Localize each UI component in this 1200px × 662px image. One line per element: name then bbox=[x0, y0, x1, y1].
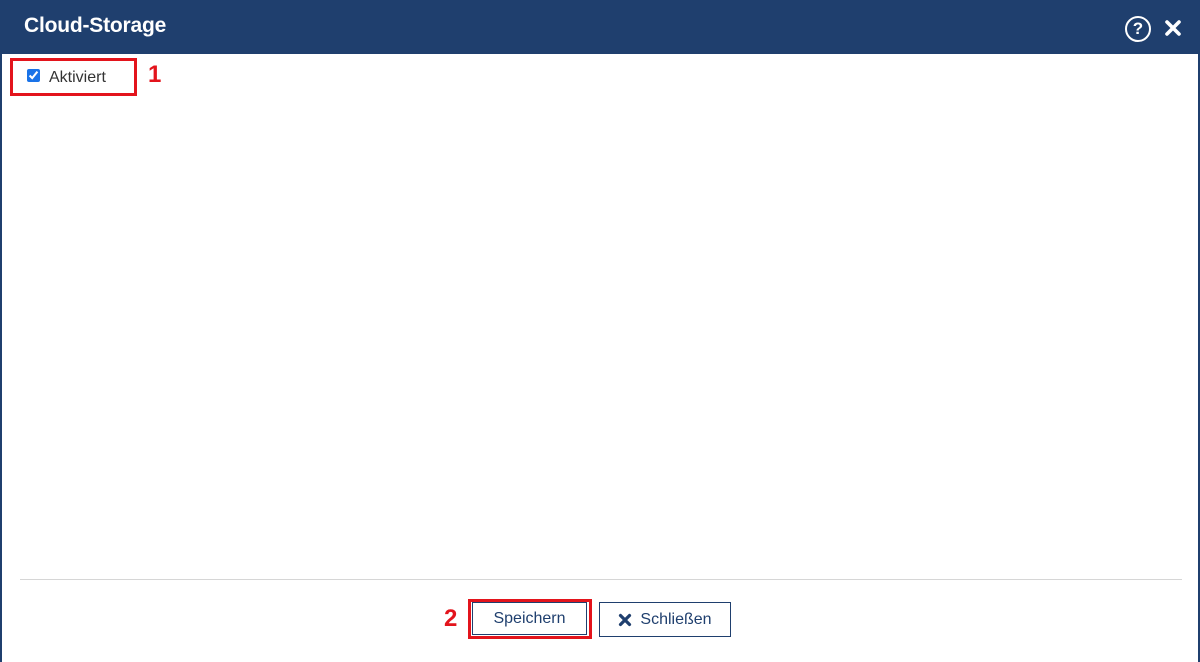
enabled-checkbox-row[interactable]: Aktiviert bbox=[10, 58, 137, 96]
save-button-label: Speichern bbox=[493, 609, 566, 627]
enabled-checkbox[interactable] bbox=[27, 68, 40, 82]
footer-divider bbox=[20, 579, 1182, 580]
dialog-titlebar: Cloud-Storage ? bbox=[2, 0, 1198, 54]
close-button[interactable]: Schließen bbox=[599, 602, 731, 637]
close-button-label: Schließen bbox=[640, 610, 712, 628]
annotation-marker-2: 2 bbox=[444, 605, 458, 632]
annotation-marker-1: 1 bbox=[148, 61, 162, 88]
help-glyph: ? bbox=[1132, 19, 1144, 38]
dialog-title: Cloud-Storage bbox=[24, 14, 167, 37]
close-icon[interactable] bbox=[1162, 17, 1184, 39]
times-icon bbox=[619, 613, 632, 626]
save-button[interactable]: Speichern bbox=[472, 602, 587, 635]
help-icon[interactable]: ? bbox=[1125, 16, 1151, 42]
enabled-label: Aktiviert bbox=[49, 69, 106, 86]
cloud-storage-dialog: Cloud-Storage ? Aktiviert 1 2 Speichern … bbox=[0, 0, 1200, 662]
